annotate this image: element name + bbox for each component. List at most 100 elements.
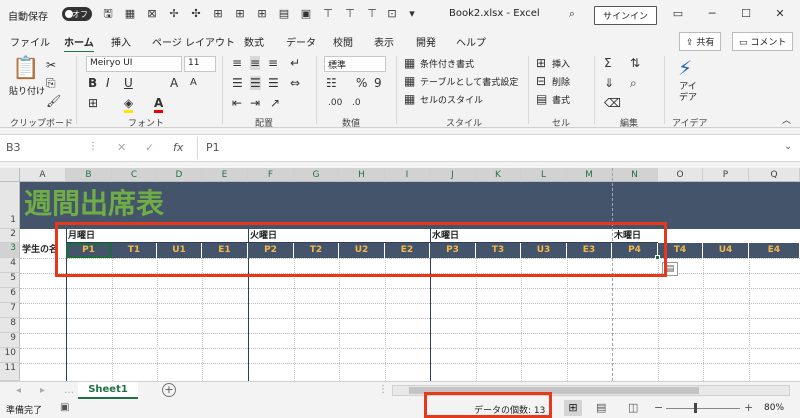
insert-cells-button[interactable]: 挿入 (552, 57, 570, 70)
row-header[interactable]: 6 (0, 288, 20, 303)
insert-function-icon[interactable]: fx (173, 141, 183, 154)
autosum-icon[interactable]: Σ (604, 56, 612, 70)
clear-icon[interactable]: ⌫ (604, 96, 621, 110)
quick-access-icon[interactable]: ⊞ (212, 8, 224, 20)
row-header[interactable]: 1 (0, 182, 20, 229)
font-size-select[interactable]: 11 (184, 56, 216, 72)
period-cell[interactable]: E4 (749, 243, 800, 258)
column-header[interactable]: A (20, 168, 66, 182)
italic-icon[interactable]: I (106, 76, 110, 90)
bold-icon[interactable]: B (88, 76, 97, 90)
column-header[interactable]: C (112, 168, 157, 182)
tab-insert[interactable]: 挿入 (111, 34, 131, 49)
format-painter-icon[interactable]: 🖌 (46, 94, 61, 108)
column-header[interactable]: O (658, 168, 703, 182)
save-icon[interactable]: 🖫 (102, 8, 114, 20)
increase-decimal-icon[interactable]: .00 (328, 96, 342, 110)
add-sheet-icon[interactable]: + (162, 383, 176, 397)
paste-icon[interactable]: 📋 (12, 56, 39, 82)
customize-toolbar-icon[interactable]: ▾ (406, 8, 418, 20)
tab-view[interactable]: 表示 (374, 34, 394, 49)
quick-access-icon[interactable]: ⊤ (366, 8, 378, 20)
tab-page-layout[interactable]: ページ レイアウト (152, 34, 235, 49)
row-header[interactable]: 3 (0, 243, 20, 258)
page-break-view-icon[interactable]: ◫ (628, 401, 638, 414)
zoom-slider[interactable] (666, 408, 740, 409)
decrease-decimal-icon[interactable]: .0 (352, 96, 361, 110)
cell-style-button[interactable]: セルのスタイル (420, 93, 483, 106)
cut-icon[interactable]: ✂ (46, 58, 56, 72)
period-cell[interactable]: U4 (703, 243, 749, 258)
quick-access-icon[interactable]: ⊡ (386, 8, 398, 20)
ideas-icon[interactable]: ⚡ (678, 58, 692, 78)
signin-button[interactable]: サインイン (594, 6, 658, 25)
name-box[interactable]: B3 (4, 141, 84, 157)
column-header[interactable]: Q (749, 168, 800, 182)
delete-cells-button[interactable]: 削除 (552, 75, 570, 88)
tab-review[interactable]: 校閲 (333, 34, 353, 49)
copy-icon[interactable]: ⎘ (46, 76, 56, 90)
normal-view-icon[interactable]: ⊞ (564, 400, 582, 416)
next-sheet-icon[interactable]: ▸ (40, 385, 45, 396)
row-header[interactable]: 4 (0, 258, 20, 273)
minimize-icon[interactable]: ─ (706, 8, 718, 20)
comment-button[interactable]: ▭ コメント (732, 32, 794, 51)
zoom-out-icon[interactable]: − (654, 401, 663, 414)
column-header[interactable]: G (294, 168, 339, 182)
format-cells-button[interactable]: 書式 (552, 93, 570, 106)
select-all-corner[interactable] (0, 168, 20, 182)
sort-filter-icon[interactable]: ⇅ (630, 56, 640, 70)
row-header[interactable]: 10 (0, 348, 20, 363)
find-select-icon[interactable]: ⌕ (630, 76, 637, 90)
increase-indent-icon[interactable]: ⇥ (250, 96, 260, 110)
zoom-in-icon[interactable]: + (744, 401, 753, 414)
maximize-icon[interactable]: ☐ (740, 8, 752, 20)
align-bottom-icon[interactable]: ≡ (268, 56, 278, 70)
share-button[interactable]: ⇪ 共有 (679, 32, 722, 51)
column-header[interactable]: F (248, 168, 294, 182)
tab-data[interactable]: データ (286, 34, 316, 49)
column-header[interactable]: D (157, 168, 202, 182)
orientation-icon[interactable]: ↗ (270, 96, 280, 110)
enter-icon[interactable]: ✓ (145, 141, 154, 154)
ideas-button[interactable]: アイ デア (679, 82, 697, 104)
number-format-select[interactable]: 標準 (324, 56, 386, 72)
tab-splitter-icon[interactable]: ⋮ (378, 384, 388, 395)
macro-record-icon[interactable]: ▣ (60, 402, 69, 413)
font-color-icon[interactable]: A (154, 96, 164, 113)
formula-input[interactable]: P1 (206, 141, 220, 154)
row-header[interactable]: 11 (0, 363, 20, 381)
fill-color-icon[interactable]: ◈ (124, 96, 134, 113)
expand-formula-icon[interactable]: ⌄ (784, 141, 792, 152)
sheet-tab-active[interactable]: Sheet1 (78, 382, 138, 399)
search-icon[interactable]: ⌕ (566, 8, 578, 20)
font-name-select[interactable]: Meiryo UI (86, 56, 182, 72)
align-middle-icon[interactable]: ≡ (250, 56, 261, 70)
cancel-icon[interactable]: ✕ (117, 141, 126, 154)
row-header[interactable]: 2 (0, 229, 20, 243)
tab-formulas[interactable]: 数式 (244, 34, 264, 49)
column-header[interactable]: M (567, 168, 612, 182)
merge-center-icon[interactable]: ⇔ (290, 76, 300, 90)
quick-access-icon[interactable]: ⊞ (234, 8, 246, 20)
quick-access-icon[interactable]: ▦ (124, 8, 136, 20)
align-right-icon[interactable]: ☰ (268, 76, 279, 90)
column-header[interactable]: K (476, 168, 521, 182)
ribbon-display-icon[interactable]: ▭ (672, 8, 684, 20)
quick-access-icon[interactable]: ⊠ (146, 8, 158, 20)
row-header[interactable]: 9 (0, 333, 20, 348)
fill-icon[interactable]: ⇓ (604, 76, 614, 90)
align-left-icon[interactable]: ☰ (232, 76, 243, 90)
column-header[interactable]: P (703, 168, 749, 182)
zoom-level[interactable]: 80% (764, 403, 784, 413)
quick-access-icon[interactable]: ▣ (300, 8, 312, 20)
percent-icon[interactable]: % (356, 76, 367, 90)
column-header[interactable]: E (202, 168, 248, 182)
tab-file[interactable]: ファイル (10, 34, 50, 49)
autosave-toggle[interactable]: オフ (62, 7, 92, 21)
table-format-button[interactable]: テーブルとして書式設定 (420, 75, 518, 88)
column-header[interactable]: L (521, 168, 567, 182)
quick-access-icon[interactable]: ⊤ (344, 8, 356, 20)
page-layout-view-icon[interactable]: ▤ (596, 401, 606, 414)
row-header[interactable]: 8 (0, 318, 20, 333)
